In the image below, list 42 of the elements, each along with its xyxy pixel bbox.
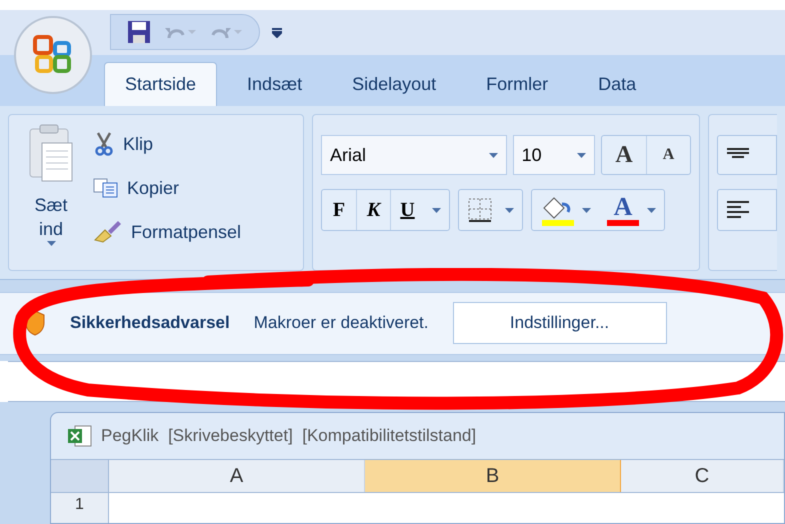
save-icon[interactable] xyxy=(127,20,151,44)
column-header[interactable]: C xyxy=(621,460,784,492)
copy-icon xyxy=(93,178,119,198)
ribbon-tab[interactable]: Startside xyxy=(104,62,218,106)
caret-icon xyxy=(505,208,514,213)
underline-button[interactable]: U xyxy=(390,190,424,230)
ribbon-tab[interactable]: Formler xyxy=(466,62,568,106)
ribbon-tab[interactable]: Indsæt xyxy=(227,62,322,106)
clipboard-command[interactable]: Kopier xyxy=(93,171,242,206)
caret-icon xyxy=(488,152,498,158)
shrink-font-button[interactable]: A xyxy=(646,136,690,174)
column-header[interactable]: B xyxy=(365,460,621,492)
options-button[interactable]: Indstillinger... xyxy=(452,302,667,344)
ribbon-tab[interactable]: Sidelayout xyxy=(332,62,456,106)
align-left-icon[interactable] xyxy=(726,200,750,220)
workbook-title: PegKlik [Skrivebeskyttet] [Kompatibilitetstilstand] xyxy=(101,425,476,448)
message-text: Makroer er deaktiveret. xyxy=(254,312,429,334)
caret-icon xyxy=(577,152,586,158)
borders-icon[interactable] xyxy=(467,197,493,224)
grow-font-button[interactable]: A xyxy=(602,136,646,174)
font-name-field[interactable]: Arial xyxy=(321,135,507,176)
bold-button[interactable]: F xyxy=(322,190,356,230)
paste-button[interactable]: Sæt ind xyxy=(21,123,81,270)
font-color-button[interactable]: A xyxy=(607,194,639,226)
caret-icon xyxy=(432,208,441,213)
ribbon-tab[interactable]: Data xyxy=(578,62,656,106)
message-title: Sikkerhedsadvarsel xyxy=(70,312,230,334)
spreadsheet-file-icon xyxy=(67,422,93,449)
customize-toolbar-icon[interactable] xyxy=(272,26,282,38)
table-cell[interactable] xyxy=(109,492,784,523)
scissors-icon xyxy=(93,132,115,156)
office-logo-icon xyxy=(33,35,73,75)
caret-icon xyxy=(647,208,656,213)
caret-icon xyxy=(582,208,591,213)
row-header[interactable]: 1 xyxy=(51,492,109,523)
paintbrush-icon xyxy=(93,220,123,244)
clipboard-command[interactable]: Formatpensel xyxy=(93,215,242,250)
clipboard-command[interactable]: Klip xyxy=(93,127,242,162)
font-size-field[interactable]: 10 xyxy=(512,135,595,176)
italic-button[interactable]: K xyxy=(356,190,390,230)
caret-icon xyxy=(46,241,56,246)
shield-icon xyxy=(24,310,46,336)
